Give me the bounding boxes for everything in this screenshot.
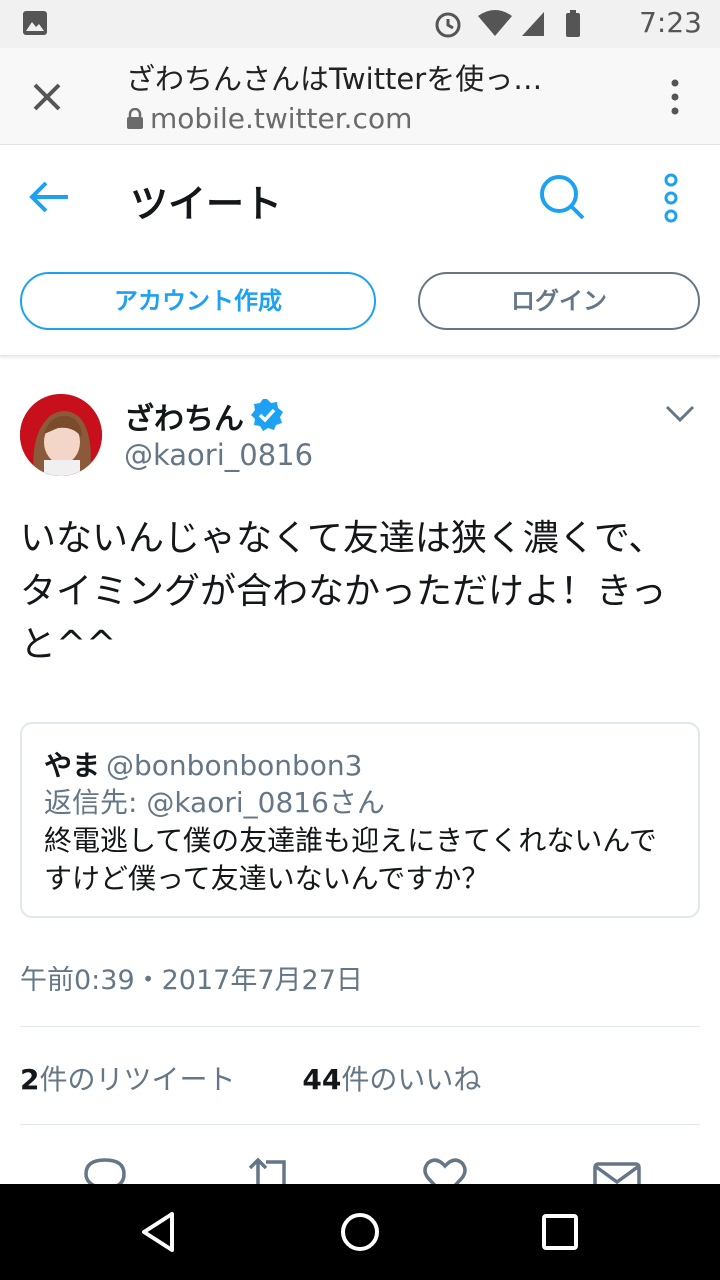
page-title: ざわちんさんはTwitterを使っ… (126, 62, 543, 96)
home-icon[interactable] (336, 1208, 384, 1256)
more-vert-icon[interactable] (668, 78, 682, 116)
like-count-value: 44 (302, 1063, 342, 1096)
avatar-image (20, 394, 102, 476)
back-arrow-icon[interactable] (28, 179, 72, 215)
reply-icon[interactable] (80, 1152, 130, 1184)
close-icon[interactable] (24, 74, 70, 120)
tweet-text: いないんじゃなくて友達は狭く濃くで、タイミングが合わなかっただけよ！きっと^^ (20, 518, 667, 665)
more-options-icon[interactable] (660, 173, 682, 223)
divider (20, 1124, 700, 1125)
create-account-button[interactable]: アカウント作成 (20, 272, 376, 330)
like-count-prefix: 件の (341, 1063, 398, 1096)
tweet-actions (0, 1140, 720, 1184)
divider (20, 1026, 700, 1027)
author-name[interactable]: ざわちん (124, 394, 244, 438)
battery-icon (566, 10, 580, 37)
avatar[interactable] (20, 394, 102, 476)
url-display[interactable]: mobile.twitter.com (126, 102, 412, 135)
status-bar: 7:23 (0, 0, 720, 48)
quoted-author-handle: @bonbonbonbon3 (106, 749, 363, 782)
heart-icon[interactable] (420, 1152, 470, 1184)
login-button[interactable]: ログイン (418, 272, 700, 330)
retweet-icon[interactable] (246, 1152, 296, 1184)
tweet-stats: 2件のリツイート 44件のいいね (20, 1058, 481, 1098)
quoted-tweet[interactable]: やま @bonbonbonbon3 返信先: @kaori_0816さん 終電逃し… (20, 722, 700, 918)
like-count-label: いいね (397, 1063, 482, 1096)
quoted-author-name: やま (44, 749, 101, 782)
clock: 7:23 (639, 6, 702, 39)
like-count[interactable]: 44件のいいね (302, 1058, 481, 1098)
recents-icon[interactable] (536, 1208, 584, 1256)
retweet-count[interactable]: 2件のリツイート (20, 1058, 236, 1098)
lock-icon (127, 108, 143, 129)
share-mail-icon[interactable] (592, 1152, 642, 1184)
verified-badge-icon (251, 399, 283, 431)
wifi-icon (478, 10, 512, 36)
image-notification-icon (23, 11, 47, 35)
retweet-count-value: 2 (20, 1063, 40, 1096)
twitter-header: ツイート アカウント作成 ログイン (0, 145, 720, 356)
quoted-tweet-text: 終電逃して僕の友達誰も迎えにきてくれないんですけど僕って友達いないんですか？ (44, 824, 657, 895)
alarm-icon (435, 12, 461, 38)
browser-toolbar: ざわちんさんはTwitterを使っ… mobile.twitter.com (0, 48, 720, 145)
chevron-down-icon[interactable] (664, 404, 696, 424)
navigation-bar (0, 1184, 720, 1280)
signal-icon (522, 12, 544, 36)
retweet-count-label: 件のリツイート (39, 1063, 236, 1096)
status-icons (435, 10, 580, 38)
search-icon[interactable] (538, 173, 586, 221)
url-text: mobile.twitter.com (150, 102, 413, 135)
reply-to-label: 返信先: @kaori_0816さん (44, 786, 385, 819)
header-title: ツイート (130, 182, 283, 226)
back-icon[interactable] (136, 1208, 184, 1256)
tweet-timestamp: 午前0:39・2017年7月27日 (20, 965, 363, 996)
author-handle[interactable]: @kaori_0816 (124, 438, 313, 472)
